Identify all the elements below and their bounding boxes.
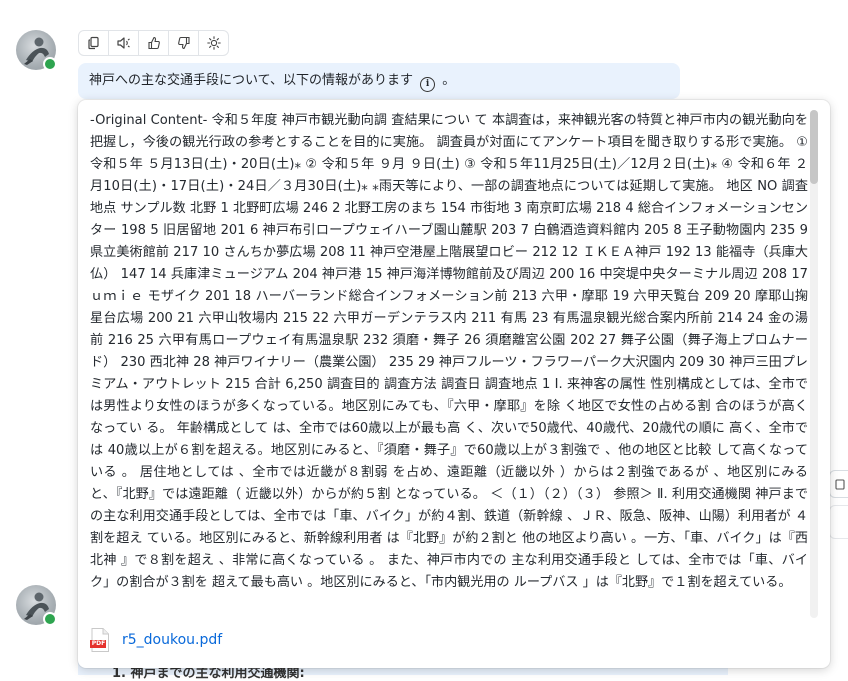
scrollbar-track[interactable] bbox=[810, 110, 818, 618]
assistant-message: 神戸への主な交通手段について、以下の情報があります i 。 bbox=[78, 63, 680, 99]
side-panel-fragment bbox=[829, 505, 848, 539]
source-preview-popup: -Original Content- 令和５年度 神戸市観光動向調 査結果につい… bbox=[78, 100, 830, 668]
assistant-avatar-2 bbox=[16, 585, 57, 626]
pdf-filename-link[interactable]: r5_doukou.pdf bbox=[122, 632, 222, 648]
thumbs-down-button[interactable] bbox=[169, 31, 199, 55]
copy-button[interactable] bbox=[79, 31, 109, 55]
info-icon[interactable]: i bbox=[420, 77, 436, 92]
source-content-text: -Original Content- 令和５年度 神戸市観光動向調 査結果につい… bbox=[90, 113, 808, 590]
thumbs-up-icon bbox=[147, 36, 160, 50]
online-status-dot bbox=[43, 57, 57, 71]
message-action-toolbar bbox=[78, 30, 229, 56]
side-copy-button-fragment[interactable] bbox=[829, 470, 848, 498]
scrollbar-thumb[interactable] bbox=[810, 110, 818, 184]
thumbs-down-icon bbox=[177, 36, 190, 50]
online-status-dot bbox=[43, 612, 57, 626]
speaker-icon bbox=[117, 37, 130, 49]
pdf-file-icon: PDF bbox=[90, 628, 110, 652]
sun-icon bbox=[206, 36, 221, 50]
copy-icon bbox=[87, 36, 99, 50]
message-suffix: 。 bbox=[442, 73, 456, 88]
assistant-avatar bbox=[16, 30, 57, 71]
pdf-attachment-link[interactable]: PDF r5_doukou.pdf bbox=[90, 628, 222, 652]
pdf-icon-label: PDF bbox=[91, 640, 106, 647]
copy-icon bbox=[835, 479, 845, 490]
message-text: 神戸への主な交通手段について、以下の情報があります bbox=[89, 73, 413, 88]
thumbs-up-button[interactable] bbox=[139, 31, 169, 55]
read-aloud-button[interactable] bbox=[109, 31, 139, 55]
sun-button[interactable] bbox=[199, 31, 228, 55]
